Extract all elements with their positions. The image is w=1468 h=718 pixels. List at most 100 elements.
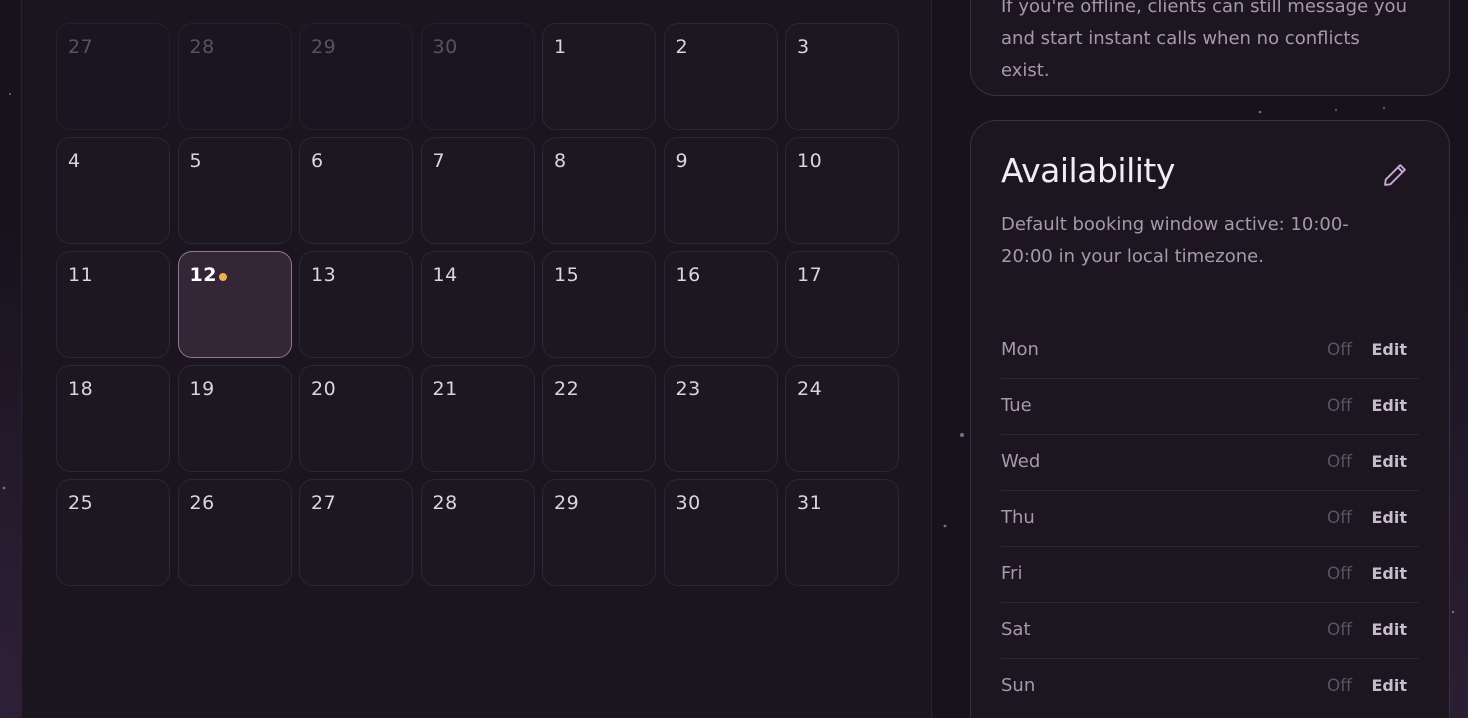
calendar-day[interactable]: 30 bbox=[663, 479, 778, 586]
calendar-day[interactable]: 3 bbox=[785, 23, 899, 130]
calendar-day-number: 19 bbox=[189, 378, 215, 400]
calendar-day[interactable]: 21 bbox=[420, 365, 535, 472]
calendar-day-number: 26 bbox=[189, 492, 215, 514]
schedule-status: Off bbox=[1326, 620, 1352, 640]
calendar-day-number: 22 bbox=[554, 378, 580, 400]
calendar-day[interactable]: 29 bbox=[542, 479, 656, 586]
schedule-row-thu: Thu Off Edit bbox=[1001, 491, 1419, 547]
schedule-edit-button[interactable]: Edit bbox=[1371, 564, 1407, 583]
schedule-day-label: Mon bbox=[1001, 339, 1039, 360]
calendar-day-number: 27 bbox=[311, 492, 337, 514]
schedule-edit-button[interactable]: Edit bbox=[1371, 340, 1407, 359]
calendar-day[interactable]: 4 bbox=[56, 137, 170, 244]
pencil-icon[interactable] bbox=[1381, 161, 1409, 189]
instant-calls-note: If you're offline, clients can still mes… bbox=[1001, 0, 1407, 81]
calendar-day-number: 17 bbox=[797, 264, 823, 286]
calendar-day[interactable]: 17 bbox=[785, 251, 899, 358]
schedule-row-sun: Sun Off Edit bbox=[1001, 659, 1419, 714]
calendar-day-number: 7 bbox=[432, 150, 446, 172]
calendar-day[interactable]: 26 bbox=[177, 479, 292, 586]
schedule-status: Off bbox=[1326, 564, 1352, 584]
calendar-day[interactable]: 19 bbox=[177, 365, 292, 472]
instant-calls-card: If you're offline, clients can still mes… bbox=[970, 0, 1450, 96]
calendar-day-number: 9 bbox=[675, 150, 689, 172]
calendar-day[interactable]: 16 bbox=[663, 251, 778, 358]
calendar-day[interactable]: 24 bbox=[785, 365, 899, 472]
availability-title: Availability bbox=[1001, 151, 1175, 190]
calendar-day[interactable]: 22 bbox=[542, 365, 656, 472]
calendar-day[interactable]: 5 bbox=[177, 137, 292, 244]
calendar-day[interactable]: 30 bbox=[420, 23, 535, 130]
calendar-day-number: 11 bbox=[68, 264, 94, 286]
calendar-grid: 27 28 29 30 1 2 3 4 5 6 7 8 9 10 11 12 13 14 15 16 17 18 19 20 2… bbox=[56, 23, 899, 586]
calendar-day[interactable]: 8 bbox=[542, 137, 656, 244]
calendar-day-number: 28 bbox=[432, 492, 458, 514]
schedule-status: Off bbox=[1326, 676, 1352, 696]
event-dot-icon bbox=[218, 273, 227, 281]
calendar-day-number: 31 bbox=[797, 492, 823, 514]
calendar-day-number: 13 bbox=[311, 264, 337, 286]
calendar-day-number: 18 bbox=[68, 378, 94, 400]
calendar-day-number: 6 bbox=[311, 150, 324, 172]
schedule-day-label: Tue bbox=[1001, 395, 1032, 416]
calendar-day-number: 14 bbox=[432, 264, 458, 286]
schedule-row-sat: Sat Off Edit bbox=[1001, 603, 1419, 659]
calendar-day-today[interactable]: 12 bbox=[177, 251, 292, 358]
schedule-edit-button[interactable]: Edit bbox=[1371, 452, 1407, 471]
calendar-day[interactable]: 20 bbox=[299, 365, 413, 472]
availability-description: Default booking window active: 10:00-20:… bbox=[1001, 214, 1349, 267]
calendar-day[interactable]: 9 bbox=[663, 137, 778, 244]
calendar-day[interactable]: 2 bbox=[663, 23, 778, 130]
schedule-day-label: Thu bbox=[1001, 507, 1035, 528]
calendar-day-number: 8 bbox=[554, 150, 567, 172]
calendar-day-number: 15 bbox=[554, 264, 580, 286]
page: 27 28 29 30 1 2 3 4 5 6 7 8 9 10 11 12 13 14 15 16 17 18 19 20 2… bbox=[0, 0, 1468, 718]
calendar-day[interactable]: 11 bbox=[56, 251, 170, 358]
calendar-day-number: 12 bbox=[189, 264, 217, 286]
schedule-edit-button[interactable]: Edit bbox=[1371, 396, 1407, 415]
schedule-row-wed: Wed Off Edit bbox=[1001, 435, 1419, 491]
calendar-day[interactable]: 23 bbox=[663, 365, 778, 472]
calendar-day[interactable]: 25 bbox=[56, 479, 170, 586]
calendar-day-number: 4 bbox=[68, 150, 81, 172]
availability-card: Availability Default booking window acti… bbox=[970, 120, 1450, 718]
calendar-day-number: 1 bbox=[554, 36, 567, 58]
calendar-day-number: 23 bbox=[675, 378, 701, 400]
calendar-day[interactable]: 29 bbox=[299, 23, 413, 130]
calendar-day-number: 10 bbox=[797, 150, 823, 172]
schedule-row-tue: Tue Off Edit bbox=[1001, 379, 1419, 435]
schedule-day-label: Sat bbox=[1001, 619, 1031, 640]
calendar-day-number: 3 bbox=[797, 36, 810, 58]
calendar-day[interactable]: 13 bbox=[299, 251, 413, 358]
calendar-day-number: 20 bbox=[311, 378, 337, 400]
calendar-day[interactable]: 27 bbox=[56, 23, 170, 130]
schedule-edit-button[interactable]: Edit bbox=[1371, 620, 1407, 639]
calendar-panel: 27 28 29 30 1 2 3 4 5 6 7 8 9 10 11 12 13 14 15 16 17 18 19 20 2… bbox=[21, 0, 932, 718]
calendar-day-number: 21 bbox=[432, 378, 458, 400]
calendar-day[interactable]: 6 bbox=[299, 137, 413, 244]
calendar-day-number: 25 bbox=[68, 492, 94, 514]
calendar-day-number: 29 bbox=[554, 492, 580, 514]
calendar-day[interactable]: 28 bbox=[420, 479, 535, 586]
calendar-day-number: 5 bbox=[189, 150, 203, 172]
calendar-day[interactable]: 10 bbox=[785, 137, 899, 244]
calendar-day-number: 2 bbox=[675, 36, 689, 58]
calendar-day[interactable]: 14 bbox=[420, 251, 535, 358]
calendar-day[interactable]: 1 bbox=[542, 23, 656, 130]
calendar-day[interactable]: 31 bbox=[785, 479, 899, 586]
schedule-status: Off bbox=[1326, 452, 1352, 472]
calendar-day-number: 30 bbox=[675, 492, 701, 514]
schedule-row-mon: Mon Off Edit bbox=[1001, 323, 1419, 379]
calendar-day-number: 27 bbox=[68, 36, 94, 58]
schedule-day-label: Fri bbox=[1001, 563, 1023, 584]
schedule-row-fri: Fri Off Edit bbox=[1001, 547, 1419, 603]
calendar-day[interactable]: 28 bbox=[177, 23, 292, 130]
schedule-status: Off bbox=[1326, 396, 1352, 416]
schedule-edit-button[interactable]: Edit bbox=[1371, 676, 1407, 695]
calendar-day[interactable]: 27 bbox=[299, 479, 413, 586]
calendar-day[interactable]: 18 bbox=[56, 365, 170, 472]
calendar-day[interactable]: 15 bbox=[542, 251, 656, 358]
schedule-edit-button[interactable]: Edit bbox=[1371, 508, 1407, 527]
calendar-day[interactable]: 7 bbox=[420, 137, 535, 244]
calendar-day-number: 16 bbox=[675, 264, 701, 286]
